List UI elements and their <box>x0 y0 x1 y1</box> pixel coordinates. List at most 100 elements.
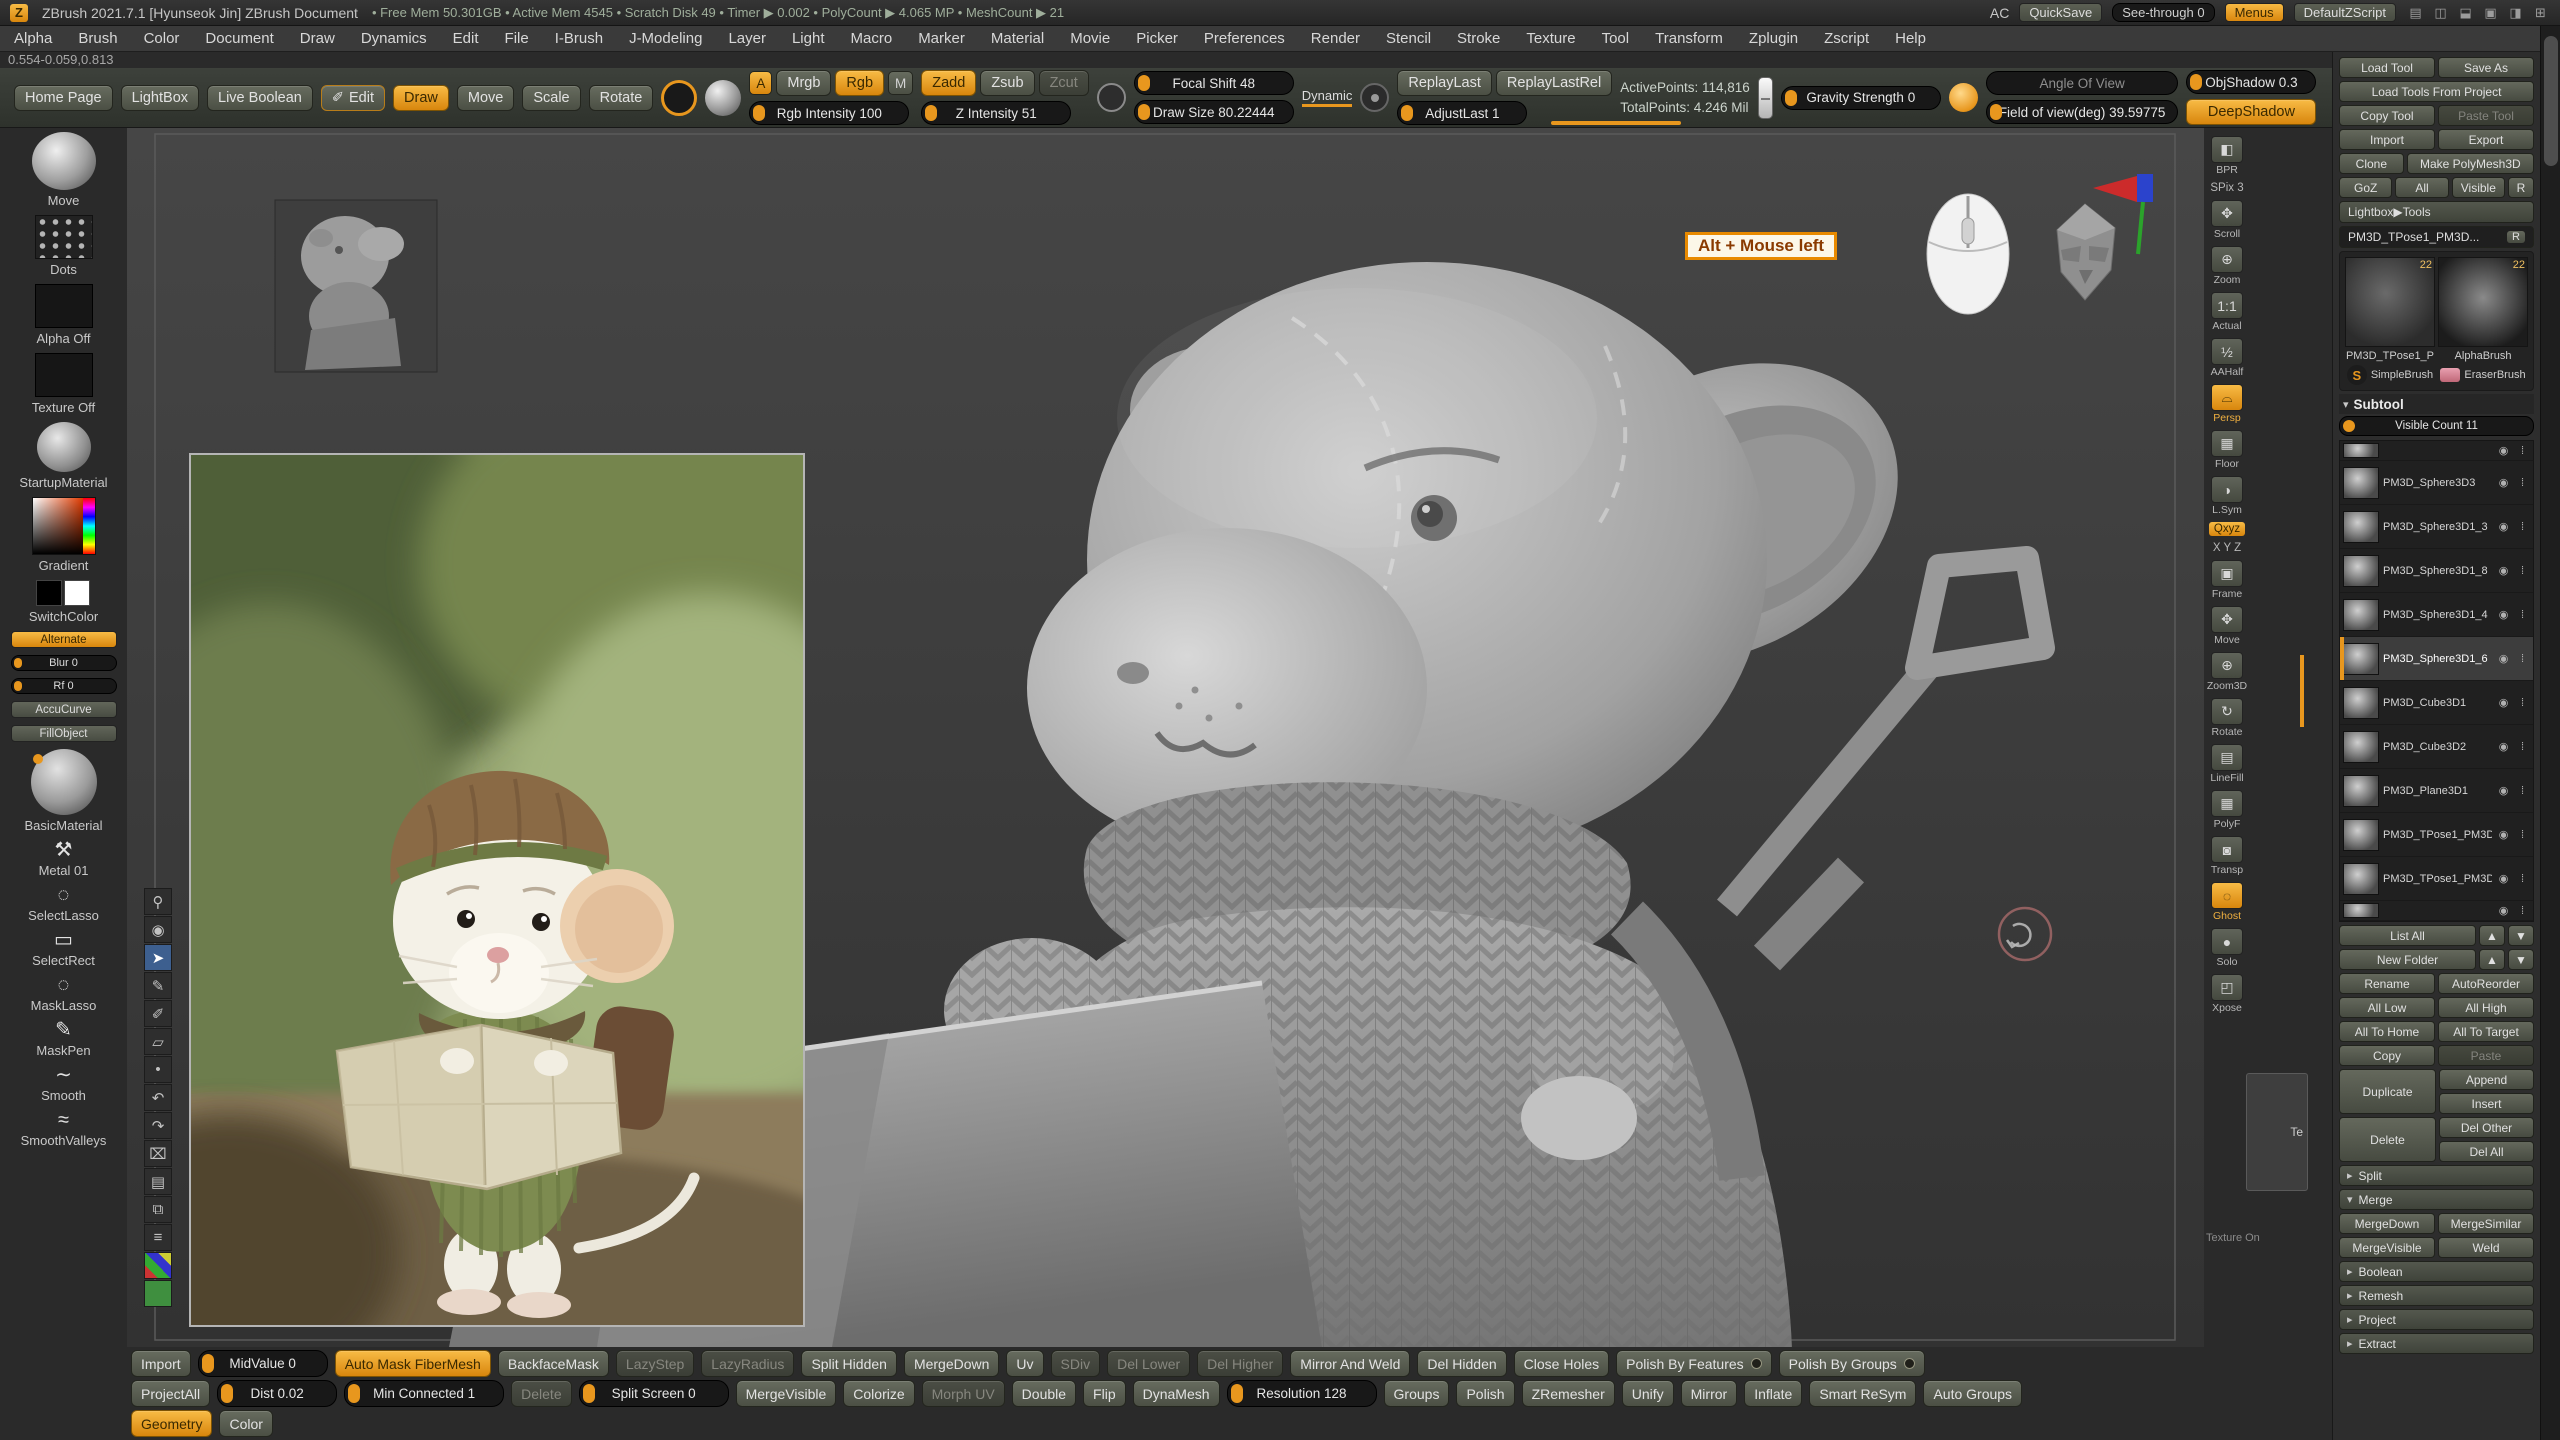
lazyradius-button[interactable]: LazyRadius <box>701 1350 794 1377</box>
folder-down-button[interactable]: ▼ <box>2508 949 2534 970</box>
frame-button[interactable]: ▣ Frame <box>2211 560 2243 600</box>
visibility-eye-icon[interactable] <box>2496 696 2511 709</box>
xyz-axis-toggles[interactable]: X Y Z <box>2213 542 2241 554</box>
subtool-row[interactable]: PM3D_Cube3D1 <box>2340 681 2533 725</box>
menu-item[interactable]: Preferences <box>1204 30 1285 47</box>
accucurve-button[interactable]: AccuCurve <box>11 701 117 718</box>
goz-visible-button[interactable]: Visible <box>2452 177 2505 198</box>
mrgb-button[interactable]: Mrgb <box>776 70 831 96</box>
subtool-row[interactable]: PM3D_TPose1_PM3D_Sphere3 <box>2340 813 2533 857</box>
panels-icon[interactable]: ▤ <box>2406 4 2425 21</box>
m-button[interactable]: M <box>888 71 913 95</box>
subtool-options-icon[interactable] <box>2515 873 2530 885</box>
groups-button[interactable]: Groups <box>1384 1380 1450 1407</box>
paste-subtool-button[interactable]: Paste <box>2438 1045 2534 1066</box>
dot-brush-icon[interactable]: • <box>144 1056 172 1083</box>
gravity-strength-slider[interactable]: Gravity Strength 0 <box>1781 86 1941 110</box>
resolution-slider[interactable]: Resolution 128 <box>1227 1380 1377 1407</box>
morph-uv-button[interactable]: Morph UV <box>922 1380 1005 1407</box>
menu-item[interactable]: Brush <box>78 30 117 47</box>
autoreorder-button[interactable]: AutoReorder <box>2438 973 2534 994</box>
merge-section-header[interactable]: ▾ Merge <box>2339 1189 2534 1210</box>
light-icon[interactable] <box>1949 83 1978 112</box>
stroke-picker[interactable]: Move <box>32 132 96 208</box>
smart-resym-button[interactable]: Smart ReSym <box>1809 1380 1916 1407</box>
position-marker-icon[interactable]: ⚲ <box>144 888 172 915</box>
alpha-brush-thumbnail[interactable]: 22 <box>2438 257 2528 347</box>
mirror-button[interactable]: Mirror <box>1681 1380 1738 1407</box>
menu-item[interactable]: Color <box>144 30 180 47</box>
subtool-down-button[interactable]: ▼ <box>2508 925 2534 946</box>
switch-color[interactable]: SwitchColor <box>29 580 98 624</box>
subtool-row[interactable]: PM3D_Plane3D1 <box>2340 769 2533 813</box>
menu-item[interactable]: Transform <box>1655 30 1723 47</box>
uv-button[interactable]: Uv <box>1006 1350 1043 1377</box>
menu-item[interactable]: Dynamics <box>361 30 427 47</box>
remesh-section-header[interactable]: ▸ Remesh <box>2339 1285 2534 1306</box>
rotate-3d-button[interactable]: ↻ Rotate <box>2211 698 2243 738</box>
ruler-icon[interactable]: ▱ <box>144 1028 172 1055</box>
menu-item[interactable]: Draw <box>300 30 335 47</box>
eraser-brush-item[interactable]: EraserBrush <box>2438 365 2528 385</box>
weld-button[interactable]: Weld <box>2438 1237 2534 1258</box>
menu-item[interactable]: File <box>505 30 529 47</box>
edit-button[interactable]: ✐ Edit <box>321 85 385 111</box>
menus-button[interactable]: Menus <box>2225 3 2284 22</box>
material-preview-icon[interactable] <box>705 80 741 116</box>
perspective-toggle[interactable]: ⌓ Persp <box>2211 384 2243 424</box>
mirror-and-weld-button[interactable]: Mirror And Weld <box>1290 1350 1410 1377</box>
import-tool-button[interactable]: Import <box>2339 129 2435 150</box>
subtool-options-icon[interactable] <box>2515 477 2530 489</box>
projectall-button[interactable]: ProjectAll <box>131 1380 210 1407</box>
replay-last-rel-button[interactable]: ReplayLastRel <box>1496 70 1612 96</box>
document-list-icon[interactable]: ≡ <box>144 1224 172 1251</box>
dock-right-icon[interactable]: ◨ <box>2506 4 2525 21</box>
subtool-options-icon[interactable] <box>2515 741 2530 753</box>
extract-section-header[interactable]: ▸ Extract <box>2339 1333 2534 1354</box>
subtool-row[interactable]: PM3D_Cube3D2 <box>2340 725 2533 769</box>
metal-01-item[interactable]: ⚒ Metal 01 <box>39 840 89 878</box>
blur-slider[interactable]: Blur 0 <box>11 655 117 671</box>
menu-item[interactable]: I-Brush <box>555 30 603 47</box>
pen-tool-icon[interactable]: ✐ <box>144 1000 172 1027</box>
copy-tool-button[interactable]: Copy Tool <box>2339 105 2435 126</box>
fullscreen-icon[interactable]: ▣ <box>2481 4 2500 21</box>
pointer-tool-icon[interactable]: ➤ <box>144 944 172 971</box>
viewport-render[interactable] <box>127 128 2204 1347</box>
live-boolean-button[interactable]: Live Boolean <box>207 85 313 111</box>
subtool-options-icon[interactable] <box>2515 521 2530 533</box>
subtool-row[interactable]: PM3D_Sphere3D1_8 <box>2340 549 2533 593</box>
paste-tool-button[interactable]: Paste Tool <box>2438 105 2534 126</box>
scale-button[interactable]: Scale <box>522 85 580 111</box>
import-button[interactable]: Import <box>131 1350 191 1377</box>
zadd-button[interactable]: Zadd <box>921 70 976 96</box>
subtool-row[interactable]: PM3D_Sphere3D1_3 <box>2340 505 2533 549</box>
fillobject-button[interactable]: FillObject <box>11 725 117 742</box>
rotate-button[interactable]: Rotate <box>589 85 654 111</box>
simple-brush-item[interactable]: S SimpleBrush <box>2345 365 2435 385</box>
ghost-toggle[interactable]: ◌ Ghost <box>2211 882 2243 922</box>
smooth-valleys-brush[interactable]: ≈ SmoothValleys <box>21 1110 107 1148</box>
redo-icon[interactable]: ↷ <box>144 1112 172 1139</box>
color-picker[interactable]: Gradient <box>32 497 96 573</box>
visibility-eye-icon[interactable] <box>2496 904 2511 917</box>
midvalue-slider[interactable]: MidValue 0 <box>198 1350 328 1377</box>
unify-button[interactable]: Unify <box>1622 1380 1674 1407</box>
del-lower-button[interactable]: Del Lower <box>1107 1350 1190 1377</box>
subtool-options-icon[interactable] <box>2515 829 2530 841</box>
smooth-brush[interactable]: ∼ Smooth <box>41 1065 86 1103</box>
polyframe-toggle[interactable]: ▦ PolyF <box>2211 790 2243 830</box>
undo-icon[interactable]: ↶ <box>144 1084 172 1111</box>
boolean-section-header[interactable]: ▸ Boolean <box>2339 1261 2534 1282</box>
select-rect-brush[interactable]: ▭ SelectRect <box>32 930 95 968</box>
mergesimilar-button[interactable]: MergeSimilar <box>2438 1213 2534 1234</box>
subtool-options-icon[interactable] <box>2515 445 2530 457</box>
deep-shadow-button[interactable]: DeepShadow <box>2186 99 2316 125</box>
bpr-button[interactable]: ◧ BPR <box>2211 136 2243 176</box>
transparency-toggle[interactable]: ◙ Transp <box>2211 836 2243 876</box>
colorize-button[interactable]: Colorize <box>843 1380 914 1407</box>
menu-item[interactable]: Layer <box>728 30 766 47</box>
menu-item[interactable]: Edit <box>453 30 479 47</box>
document-canvas[interactable]: Alt + Mouse left ⚲◉➤✎✐▱•↶↷⌧▤⧉≡ <box>127 128 2204 1347</box>
tab-color[interactable]: Color <box>219 1410 272 1437</box>
